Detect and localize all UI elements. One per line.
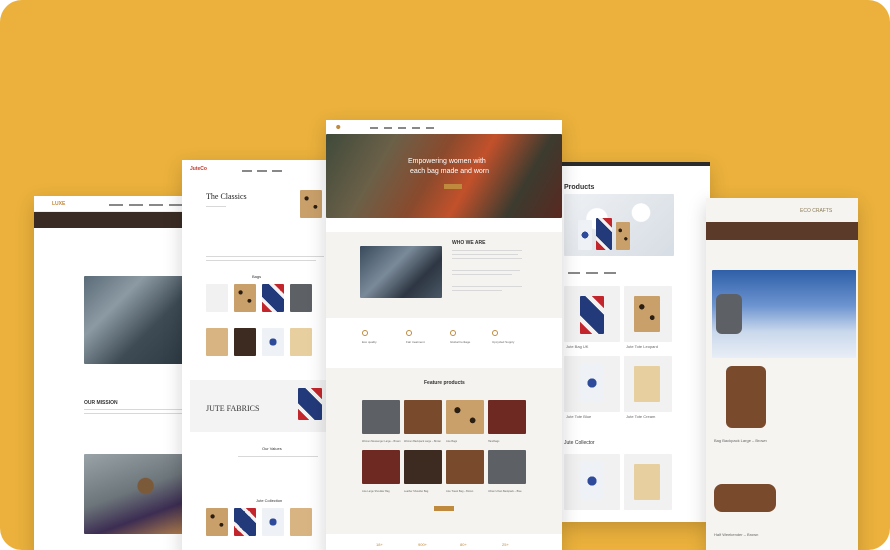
mockup-page-home: ⬤ Empowering women with each bag made an…: [326, 120, 562, 550]
product-bag-image: [634, 464, 660, 500]
team-photo: [360, 246, 442, 298]
product-card[interactable]: [290, 508, 312, 536]
product-card[interactable]: [206, 284, 228, 312]
product-bag-image: [580, 296, 604, 334]
product-card[interactable]: [290, 284, 312, 312]
stat-value: 25+: [502, 542, 509, 547]
product-name[interactable]: Women Backpack Large – Brown: [404, 440, 441, 443]
product-caption[interactable]: Jute Tote Blue: [566, 414, 591, 419]
banner-title: JUTE FABRICS: [206, 404, 260, 413]
section-ours: Our Values: [262, 446, 282, 451]
product-caption[interactable]: Jute Bag UK: [566, 344, 588, 349]
mockup-page-products: Products Jute Bag UK Jute Tote Leopard J…: [558, 162, 710, 522]
hero-bag-image: [578, 220, 592, 250]
section-collection: Jute Collection: [256, 498, 283, 503]
feature-item: [406, 330, 412, 336]
product-card[interactable]: [234, 328, 256, 356]
hero-cta-button[interactable]: [444, 184, 462, 189]
product-bag-image: [634, 366, 660, 402]
collection-heading: Jute Collector: [564, 440, 595, 446]
product-card[interactable]: [206, 508, 228, 536]
product-name[interactable]: Jute Large Shoulder Bag: [362, 490, 390, 493]
product-card[interactable]: [488, 400, 526, 434]
feature-label: Upcycled Supply: [492, 340, 515, 344]
section-bags: Bags: [252, 274, 262, 279]
product-card[interactable]: [488, 450, 526, 484]
feature-label: Global heritage: [450, 340, 471, 344]
duffel-image[interactable]: [714, 484, 776, 512]
product-card[interactable]: [262, 328, 284, 356]
product-name[interactable]: Jute Bags: [446, 440, 457, 443]
mockup-page-about: LUXE OUR MISSION: [34, 196, 204, 550]
mockup-page-leather: ECO CRAFTS Bag Backpack Large – Brown Ha…: [706, 198, 858, 550]
product-card[interactable]: [446, 400, 484, 434]
product-bag-image: [580, 364, 604, 402]
who-heading: WHO WE ARE: [452, 240, 486, 246]
seamstress-photo: [84, 454, 196, 534]
hero-bag-image: [596, 218, 612, 250]
backpack-image[interactable]: [726, 366, 766, 428]
backpack-image: [716, 294, 742, 334]
mockup-page-shop: JuteCo The Classics Bags JUTE FABRICS Ou…: [182, 160, 332, 550]
product-caption[interactable]: Bag Backpack Large – Brown: [714, 438, 767, 443]
view-all-button[interactable]: [434, 506, 454, 511]
feature-item: [450, 330, 456, 336]
brand-logo[interactable]: LUXE: [52, 201, 65, 207]
product-card[interactable]: [234, 284, 256, 312]
product-card[interactable]: [362, 450, 400, 484]
banner-bag-image: [298, 388, 322, 420]
product-bag-image[interactable]: [300, 190, 322, 218]
collection-title: The Classics: [206, 192, 247, 201]
product-name[interactable]: Leather Shoulder Bag: [404, 490, 428, 493]
products-heading: Products: [564, 184, 595, 191]
feature-heading: Feature products: [424, 380, 465, 386]
brand-logo[interactable]: ECO CRAFTS: [800, 208, 832, 214]
product-name[interactable]: Jute Travel Bag – Brown: [446, 490, 473, 493]
hero-bag-image: [616, 222, 630, 250]
product-caption[interactable]: Half Weekender – Brown: [714, 532, 758, 537]
hero-image: [326, 134, 562, 218]
stat-value: 18+: [376, 542, 383, 547]
product-card[interactable]: [262, 284, 284, 312]
feature-label: Eco quality: [362, 340, 377, 344]
product-card[interactable]: [446, 450, 484, 484]
hero-line2: each bag made and worn: [410, 168, 489, 175]
product-card[interactable]: [206, 328, 228, 356]
product-card[interactable]: [262, 508, 284, 536]
promo-background: LUXE OUR MISSION JuteCo The Classics Bag…: [0, 0, 890, 550]
brand-logo[interactable]: ⬤: [336, 124, 340, 129]
brand-logo[interactable]: JuteCo: [190, 166, 207, 172]
product-card[interactable]: [234, 508, 256, 536]
product-bag-image: [634, 296, 660, 332]
product-name[interactable]: Urban Urban Backpack – Blue: [488, 490, 522, 493]
feature-item: [362, 330, 368, 336]
sewing-photo: [84, 276, 196, 364]
product-card[interactable]: [290, 328, 312, 356]
product-name[interactable]: Women Messenger Large – Brown: [362, 440, 401, 443]
mission-heading: OUR MISSION: [84, 400, 118, 406]
feature-item: [492, 330, 498, 336]
product-caption[interactable]: Jute Tote Leopard: [626, 344, 658, 349]
product-caption[interactable]: Jute Tote Cream: [626, 414, 655, 419]
product-card[interactable]: [404, 450, 442, 484]
stat-value: 900+: [418, 542, 428, 547]
hero-line1: Empowering women with: [408, 158, 486, 165]
product-card[interactable]: [362, 400, 400, 434]
stat-value: 80+: [460, 542, 467, 547]
feature-label: Fair treatment: [406, 340, 425, 344]
product-bag-image: [580, 462, 604, 500]
product-card[interactable]: [404, 400, 442, 434]
product-name[interactable]: Handbags: [488, 440, 499, 443]
